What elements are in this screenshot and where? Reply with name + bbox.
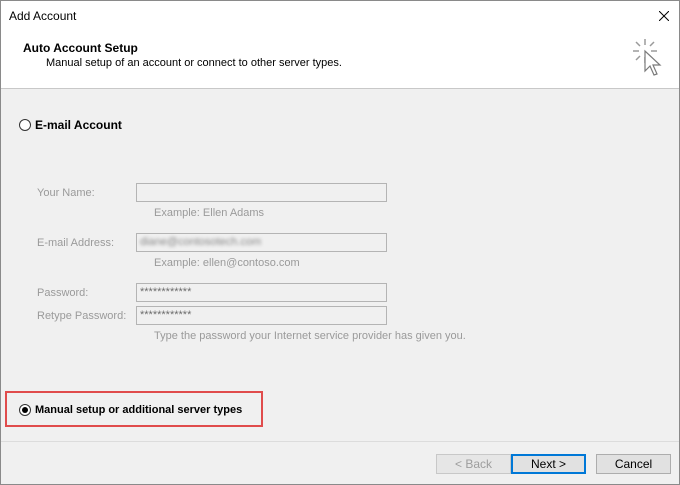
your-name-label: Your Name: — [37, 187, 95, 199]
close-icon — [659, 11, 669, 21]
email-account-option[interactable]: E-mail Account — [19, 118, 122, 132]
manual-setup-radio[interactable] — [19, 404, 31, 416]
password-hint: Type the password your Internet service … — [154, 330, 466, 342]
password-label: Password: — [37, 287, 89, 299]
password-field[interactable]: ************ — [136, 283, 387, 302]
back-button[interactable]: < Back — [436, 454, 511, 474]
email-address-hint: Example: ellen@contoso.com — [154, 257, 300, 269]
retype-password-field[interactable]: ************ — [136, 306, 387, 325]
wizard-cursor-icon — [633, 39, 662, 76]
email-address-label: E-mail Address: — [37, 237, 115, 249]
email-account-label: E-mail Account — [35, 118, 122, 132]
title-bar: Add Account — [1, 1, 679, 31]
manual-setup-option[interactable]: Manual setup or additional server types — [19, 404, 242, 416]
button-bar: < Back Next > Cancel — [1, 441, 679, 484]
cancel-button[interactable]: Cancel — [596, 454, 671, 474]
page-subtitle: Manual setup of an account or connect to… — [46, 57, 342, 69]
manual-setup-label: Manual setup or additional server types — [35, 404, 243, 416]
your-name-field[interactable] — [136, 183, 387, 202]
email-address-value: diane@contosotech.com — [140, 236, 262, 248]
email-account-radio[interactable] — [19, 119, 31, 131]
window-title: Add Account — [9, 9, 77, 23]
page-title: Auto Account Setup — [23, 41, 138, 55]
wizard-header: Auto Account Setup Manual setup of an ac… — [1, 31, 679, 89]
email-address-field[interactable]: diane@contosotech.com — [136, 233, 387, 252]
retype-password-label: Retype Password: — [37, 310, 127, 322]
add-account-dialog: Add Account Auto Account Setup Manual se… — [0, 0, 680, 485]
next-button[interactable]: Next > — [511, 454, 586, 474]
your-name-hint: Example: Ellen Adams — [154, 207, 265, 219]
close-button[interactable] — [653, 5, 675, 27]
